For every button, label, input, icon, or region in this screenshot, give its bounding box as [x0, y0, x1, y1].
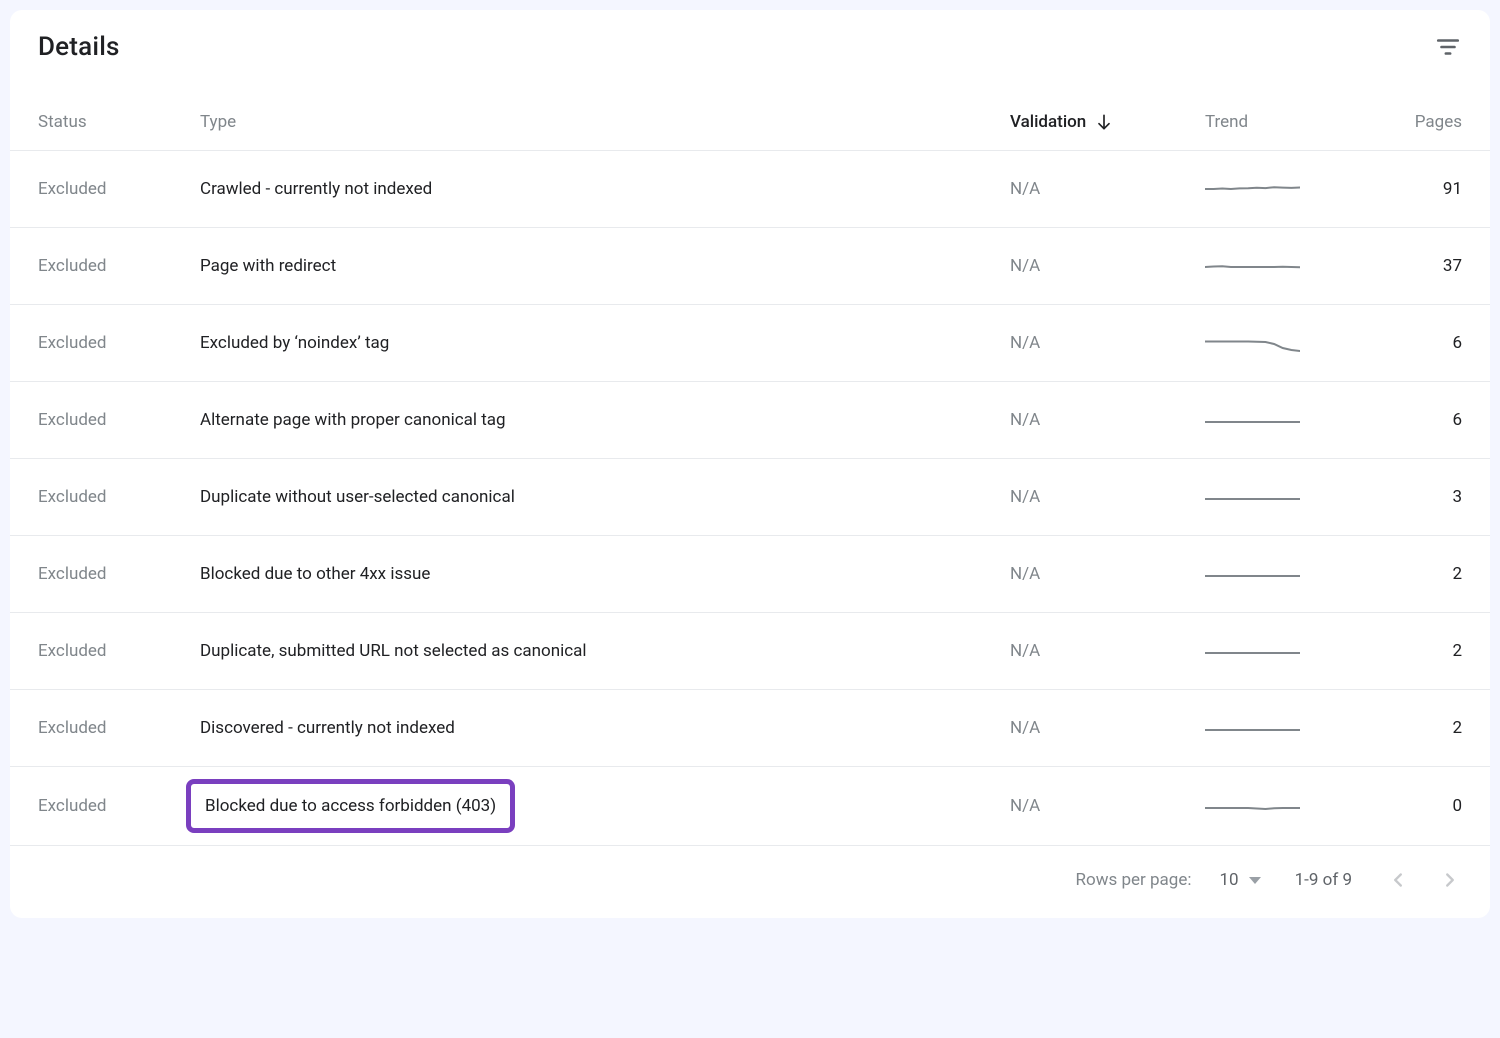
filter-button[interactable]	[1434, 33, 1462, 61]
cell-status: Excluded	[10, 228, 190, 305]
cell-type: Duplicate without user-selected canonica…	[190, 459, 1000, 536]
col-header-pages-label: Pages	[1415, 112, 1462, 132]
cell-validation: N/A	[1000, 767, 1195, 846]
cell-trend	[1195, 382, 1390, 459]
chevron-right-icon	[1439, 869, 1461, 891]
cell-pages: 6	[1390, 305, 1490, 382]
table-row[interactable]: ExcludedAlternate page with proper canon…	[10, 382, 1490, 459]
cell-pages: 2	[1390, 613, 1490, 690]
prev-page-button[interactable]	[1386, 868, 1410, 892]
cell-type: Blocked due to other 4xx issue	[190, 536, 1000, 613]
next-page-button[interactable]	[1438, 868, 1462, 892]
cell-validation: N/A	[1000, 613, 1195, 690]
pagination: Rows per page: 10 1-9 of 9	[10, 846, 1490, 918]
cell-pages: 3	[1390, 459, 1490, 536]
table-row[interactable]: ExcludedPage with redirectN/A 37	[10, 228, 1490, 305]
cell-type: Excluded by ‘noindex’ tag	[190, 305, 1000, 382]
rows-per-page-label: Rows per page:	[1076, 870, 1192, 890]
highlight-box: Blocked due to access forbidden (403)	[186, 779, 515, 833]
sparkline-icon	[1205, 252, 1300, 280]
cell-status: Excluded	[10, 767, 190, 846]
cell-status: Excluded	[10, 536, 190, 613]
details-table: Status Type Validation Trend Pages	[10, 98, 1490, 846]
col-header-validation[interactable]: Validation	[1000, 98, 1195, 151]
sparkline-icon	[1205, 560, 1300, 588]
cell-type: Blocked due to access forbidden (403)	[190, 767, 1000, 846]
cell-trend	[1195, 767, 1390, 846]
cell-type: Alternate page with proper canonical tag	[190, 382, 1000, 459]
col-header-validation-label: Validation	[1010, 112, 1086, 132]
table-row[interactable]: ExcludedDuplicate without user-selected …	[10, 459, 1490, 536]
cell-type: Crawled - currently not indexed	[190, 151, 1000, 228]
sparkline-icon	[1205, 714, 1300, 742]
cell-status: Excluded	[10, 151, 190, 228]
cell-trend	[1195, 613, 1390, 690]
col-header-trend-label: Trend	[1205, 112, 1248, 132]
rows-per-page-select[interactable]: 10	[1219, 870, 1260, 890]
sparkline-icon	[1205, 483, 1300, 511]
col-header-type[interactable]: Type	[190, 98, 1000, 151]
cell-type: Duplicate, submitted URL not selected as…	[190, 613, 1000, 690]
cell-pages: 6	[1390, 382, 1490, 459]
cell-validation: N/A	[1000, 305, 1195, 382]
pagination-range: 1-9 of 9	[1295, 870, 1352, 890]
cell-trend	[1195, 459, 1390, 536]
cell-pages: 0	[1390, 767, 1490, 846]
filter-icon	[1435, 34, 1461, 60]
table-row[interactable]: ExcludedBlocked due to access forbidden …	[10, 767, 1490, 846]
col-header-status[interactable]: Status	[10, 98, 190, 151]
card-title: Details	[38, 32, 120, 62]
col-header-type-label: Type	[200, 112, 236, 132]
col-header-status-label: Status	[38, 112, 87, 132]
table-row[interactable]: ExcludedDuplicate, submitted URL not sel…	[10, 613, 1490, 690]
table-row[interactable]: ExcludedDiscovered - currently not index…	[10, 690, 1490, 767]
cell-status: Excluded	[10, 305, 190, 382]
table-row[interactable]: ExcludedBlocked due to other 4xx issueN/…	[10, 536, 1490, 613]
cell-validation: N/A	[1000, 228, 1195, 305]
cell-pages: 37	[1390, 228, 1490, 305]
sparkline-icon	[1205, 637, 1300, 665]
cell-type: Page with redirect	[190, 228, 1000, 305]
cell-pages: 2	[1390, 536, 1490, 613]
cell-trend	[1195, 536, 1390, 613]
cell-pages: 91	[1390, 151, 1490, 228]
cell-trend	[1195, 690, 1390, 767]
sparkline-icon	[1205, 406, 1300, 434]
cell-status: Excluded	[10, 613, 190, 690]
table-header-row: Status Type Validation Trend Pages	[10, 98, 1490, 151]
cell-status: Excluded	[10, 382, 190, 459]
cell-status: Excluded	[10, 690, 190, 767]
cell-trend	[1195, 228, 1390, 305]
sparkline-icon	[1205, 329, 1300, 357]
cell-type: Discovered - currently not indexed	[190, 690, 1000, 767]
cell-validation: N/A	[1000, 690, 1195, 767]
chevron-left-icon	[1387, 869, 1409, 891]
cell-trend	[1195, 305, 1390, 382]
cell-trend	[1195, 151, 1390, 228]
details-card: Details Status Type Validation	[10, 10, 1490, 918]
cell-status: Excluded	[10, 459, 190, 536]
col-header-pages[interactable]: Pages	[1390, 98, 1490, 151]
rows-per-page-value: 10	[1219, 870, 1238, 890]
col-header-trend[interactable]: Trend	[1195, 98, 1390, 151]
sparkline-icon	[1205, 792, 1300, 820]
sort-arrow-down-icon	[1094, 112, 1114, 132]
table-row[interactable]: ExcludedExcluded by ‘noindex’ tagN/A 6	[10, 305, 1490, 382]
cell-pages: 2	[1390, 690, 1490, 767]
cell-validation: N/A	[1000, 382, 1195, 459]
cell-validation: N/A	[1000, 536, 1195, 613]
cell-validation: N/A	[1000, 151, 1195, 228]
cell-validation: N/A	[1000, 459, 1195, 536]
card-header: Details	[10, 10, 1490, 98]
dropdown-triangle-icon	[1249, 877, 1261, 884]
table-row[interactable]: ExcludedCrawled - currently not indexedN…	[10, 151, 1490, 228]
sparkline-icon	[1205, 175, 1300, 203]
